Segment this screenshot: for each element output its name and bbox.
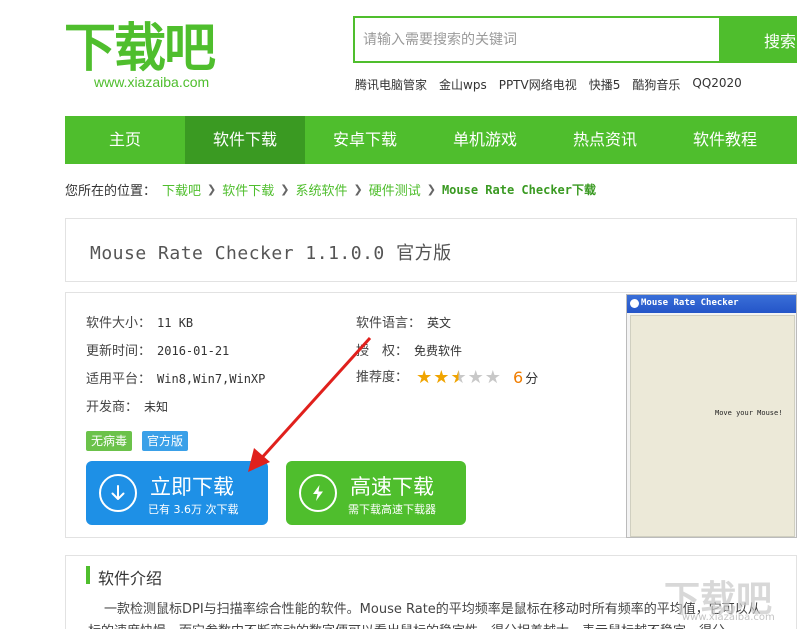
info-value: 11 KB	[157, 316, 194, 330]
search-box: 搜索	[353, 16, 797, 63]
breadcrumb-item[interactable]: 系统软件	[295, 180, 347, 199]
hot-link[interactable]: 腾讯电脑管家	[355, 76, 427, 93]
intro-paragraph: 一款检测鼠标DPI与扫描率综合性能的软件。Mouse Rate的平均频率是鼠标在…	[104, 602, 761, 617]
chevron-right-icon: ❯	[426, 183, 436, 196]
star-icon: ★	[467, 366, 484, 388]
nav-item-home[interactable]: 主页	[65, 116, 185, 164]
hot-link[interactable]: 酷狗音乐	[632, 76, 680, 93]
download-arrow-icon	[99, 474, 137, 512]
info-value: 未知	[144, 400, 169, 414]
rating-score-unit: 分	[525, 372, 539, 387]
preview-body-text: Move your Mouse!	[715, 409, 783, 417]
software-title-box: Mouse Rate Checker 1.1.0.0 官方版	[65, 218, 797, 282]
virus-free-badge: 无病毒	[86, 431, 133, 451]
breadcrumb-current: Mouse Rate Checker下载	[441, 183, 596, 197]
watermark-url: www.xiazaiba.com	[682, 612, 775, 623]
preview-titlebar: Mouse Rate Checker	[627, 295, 796, 313]
preview-window-body	[630, 315, 795, 537]
info-label: 更新时间：	[86, 344, 152, 359]
breadcrumb-item[interactable]: 下载吧	[162, 180, 201, 199]
official-badge: 官方版	[142, 431, 189, 451]
chevron-right-icon: ❯	[207, 183, 217, 196]
download-count: 已有 3.6万 次下载	[148, 503, 239, 516]
info-size: 软件大小： 11 KB	[86, 312, 193, 331]
intro-paragraph: 标的速度快慢，而它参数中不断变动的数字便可以看出鼠标的稳定性，得分相差越大，表示…	[88, 620, 725, 629]
nav-item-games[interactable]: 单机游戏	[425, 116, 545, 164]
intro-title: 软件介绍	[98, 569, 163, 588]
search-input[interactable]	[355, 18, 719, 61]
info-value: Win8,Win7,WinXP	[157, 372, 266, 386]
hot-link[interactable]: 快播5	[589, 76, 621, 93]
chevron-right-icon: ❯	[280, 183, 290, 196]
hot-link[interactable]: 金山wps	[439, 76, 487, 93]
chevron-right-icon: ❯	[353, 183, 363, 196]
software-screenshot[interactable]: Mouse Rate Checker Move your Mouse!	[626, 294, 797, 538]
star-icon: ★	[433, 366, 450, 388]
download-now-button[interactable]: 立即下载 已有 3.6万 次下载	[86, 461, 268, 525]
info-label: 授 权：	[356, 344, 409, 359]
info-label: 软件大小：	[86, 316, 152, 331]
star-icon: ★	[484, 366, 501, 388]
nav-item-software[interactable]: 软件下载	[185, 116, 305, 164]
nav-item-android[interactable]: 安卓下载	[305, 116, 425, 164]
lightning-icon	[299, 474, 337, 512]
search-button[interactable]: 搜索	[719, 16, 797, 63]
info-label: 开发商：	[86, 400, 139, 415]
info-language: 软件语言： 英文	[356, 312, 451, 331]
fast-download-button[interactable]: 高速下载 需下载高速下载器	[286, 461, 466, 525]
rating-stars: ★ ★ ★ ★ ★	[416, 366, 501, 388]
breadcrumb: 您所在的位置： 下载吧 ❯ 软件下载 ❯ 系统软件 ❯ 硬件测试 ❯ Mouse…	[65, 180, 596, 199]
info-value: 免费软件	[414, 344, 463, 358]
star-icon: ★	[416, 366, 433, 388]
fast-download-label: 高速下载	[350, 475, 434, 499]
info-license: 授 权： 免费软件	[356, 340, 462, 359]
download-now-label: 立即下载	[150, 475, 234, 499]
info-label: 适用平台：	[86, 372, 152, 387]
logo-text: 下载吧	[64, 19, 216, 79]
info-label: 软件语言：	[356, 316, 422, 331]
hot-link[interactable]: PPTV网络电视	[499, 76, 577, 93]
nav-item-news[interactable]: 热点资讯	[545, 116, 665, 164]
fast-download-note: 需下载高速下载器	[348, 503, 436, 516]
nav-item-tutorials[interactable]: 软件教程	[665, 116, 785, 164]
section-accent-bar	[86, 566, 90, 584]
info-updated: 更新时间： 2016-01-21	[86, 340, 229, 359]
logo-url: www.xiazaiba.com	[94, 74, 210, 90]
page-title: Mouse Rate Checker 1.1.0.0 官方版	[90, 243, 452, 264]
breadcrumb-item[interactable]: 硬件测试	[369, 180, 421, 199]
preview-window-title: Mouse Rate Checker	[641, 298, 739, 308]
info-rating: 推荐度： ★ ★ ★ ★ ★ 6分	[356, 366, 538, 387]
main-nav: 主页 软件下载 安卓下载 单机游戏 热点资讯 软件教程	[65, 116, 797, 164]
app-icon	[630, 299, 639, 308]
info-value: 英文	[427, 316, 452, 330]
breadcrumb-item[interactable]: 软件下载	[222, 180, 274, 199]
info-platform: 适用平台： Win8,Win7,WinXP	[86, 368, 265, 387]
site-logo[interactable]: 下载吧 www.xiazaiba.com	[64, 18, 234, 98]
info-value: 2016-01-21	[157, 344, 230, 358]
breadcrumb-prefix: 您所在的位置：	[65, 184, 157, 199]
hot-search-links: 腾讯电脑管家 金山wps PPTV网络电视 快播5 酷狗音乐 QQ2020	[355, 76, 742, 93]
rating-score: 6	[513, 368, 524, 387]
star-icon: ★	[450, 366, 467, 388]
info-label: 推荐度：	[356, 370, 409, 385]
info-developer: 开发商： 未知	[86, 396, 168, 415]
hot-link[interactable]: QQ2020	[692, 76, 741, 93]
